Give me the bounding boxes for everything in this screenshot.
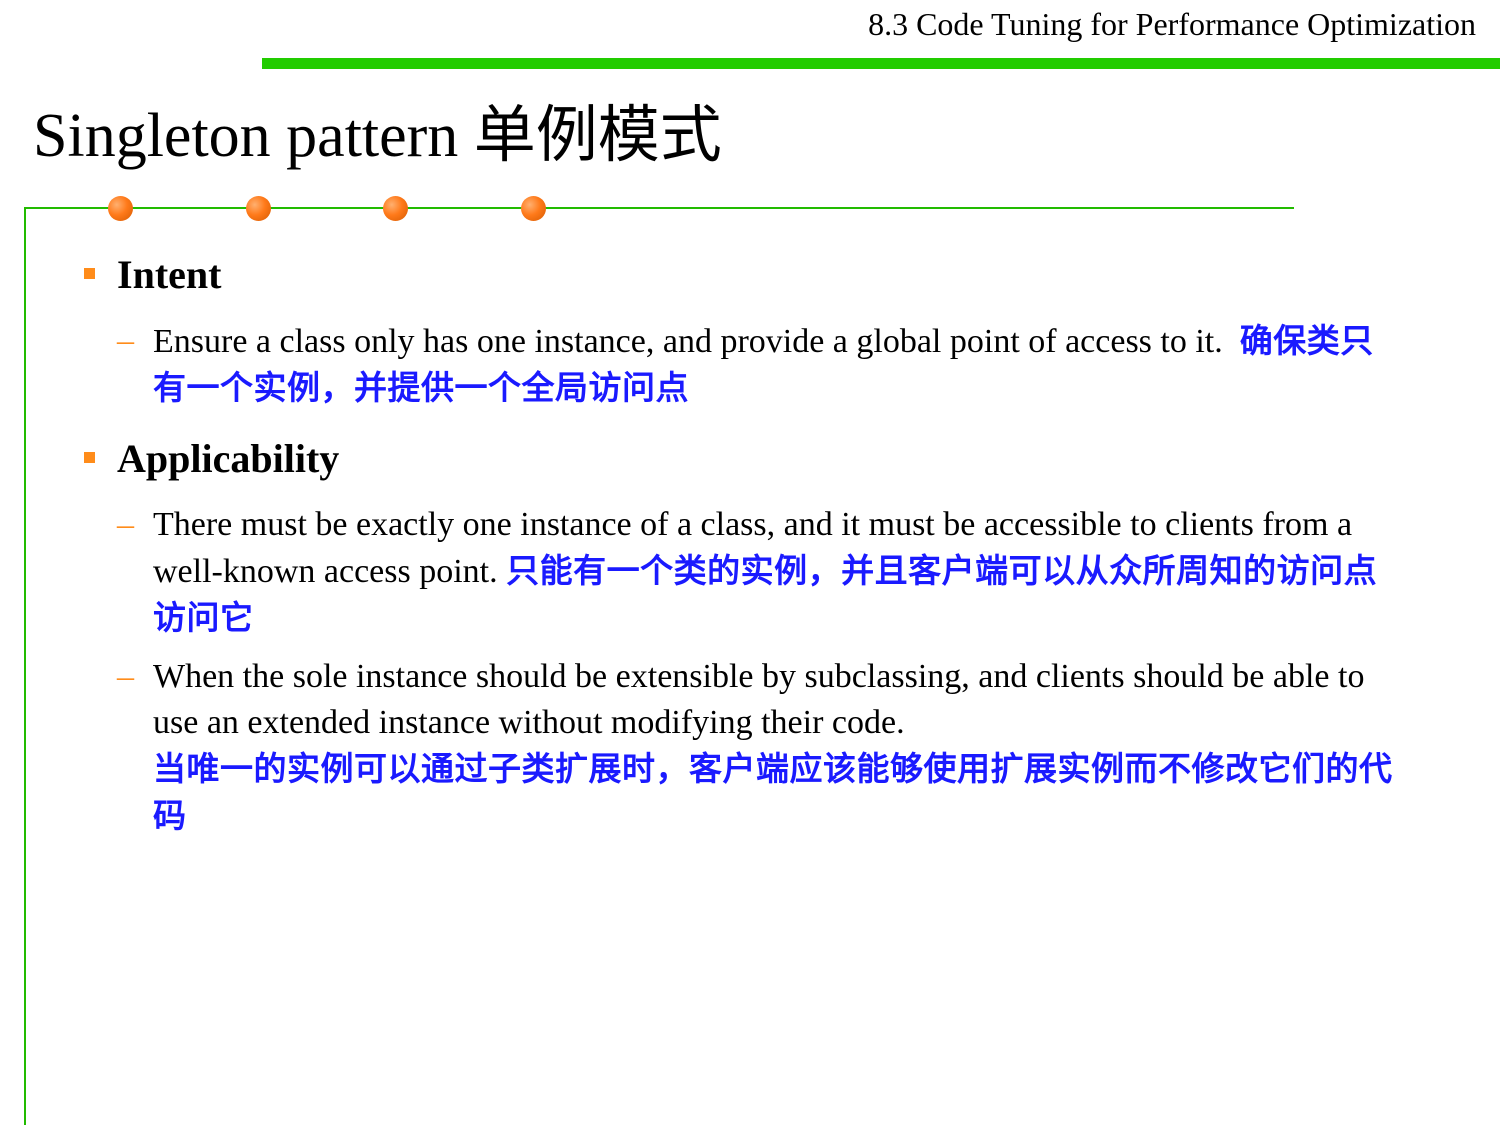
- left-vertical-rule: [24, 207, 26, 1125]
- dash-bullet-icon: –: [117, 506, 134, 543]
- orange-dot-icon: [383, 196, 408, 221]
- section-heading-intent: Intent: [117, 252, 222, 297]
- header-accent-bar: [262, 58, 1500, 69]
- dash-bullet-icon: –: [117, 322, 134, 359]
- list-item: When the sole instance should be extensi…: [153, 654, 1393, 840]
- section-heading-applicability: Applicability: [117, 436, 340, 481]
- dash-bullet-icon: –: [117, 658, 134, 695]
- item-english-text: When the sole instance should be extensi…: [153, 658, 1365, 741]
- orange-dot-icon: [521, 196, 546, 221]
- title-underline-rule: [24, 207, 1294, 209]
- section-header: 8.3 Code Tuning for Performance Optimiza…: [868, 6, 1476, 42]
- slide: 8.3 Code Tuning for Performance Optimiza…: [0, 0, 1500, 1125]
- item-chinese-text: 当唯一的实例可以通过子类扩展时，客户端应该能够使用扩展实例而不修改它们的代码: [153, 749, 1393, 835]
- orange-dot-icon: [246, 196, 271, 221]
- list-item: There must be exactly one instance of a …: [153, 502, 1393, 642]
- square-bullet-icon: [84, 452, 95, 463]
- slide-title: Singleton pattern 单例模式: [33, 102, 722, 170]
- list-item: Ensure a class only has one instance, an…: [153, 318, 1393, 412]
- orange-dot-icon: [108, 196, 133, 221]
- item-english-text: Ensure a class only has one instance, an…: [153, 323, 1223, 360]
- square-bullet-icon: [84, 268, 95, 279]
